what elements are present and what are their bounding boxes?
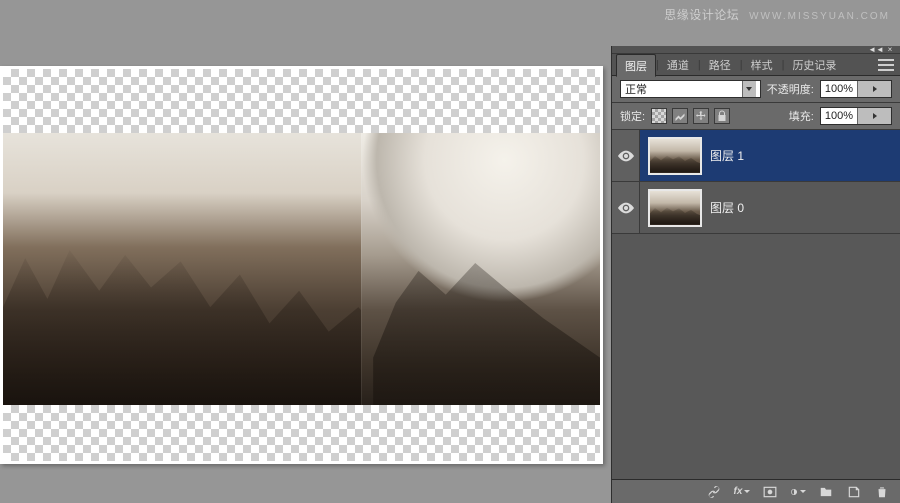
- fill-label: 填充:: [789, 108, 814, 124]
- opacity-input[interactable]: 100%: [820, 80, 892, 98]
- fill-popup-icon[interactable]: [857, 108, 891, 124]
- fill-value: 100%: [821, 110, 857, 122]
- layer-row[interactable]: 图层 1: [612, 130, 900, 182]
- layer-row[interactable]: 图层 0: [612, 182, 900, 234]
- lock-transparency-button[interactable]: [651, 108, 667, 124]
- lock-position-button[interactable]: [693, 108, 709, 124]
- eye-icon: [618, 150, 634, 162]
- visibility-toggle[interactable]: [612, 182, 640, 233]
- stitch-seam: [361, 133, 362, 405]
- canvas-image[interactable]: [3, 133, 600, 405]
- lock-all-button[interactable]: [714, 108, 730, 124]
- lock-label: 锁定:: [620, 108, 645, 124]
- tab-layers[interactable]: 图层: [616, 54, 656, 77]
- lock-fill-row: 锁定: 填充: 100%: [612, 103, 900, 130]
- tab-paths[interactable]: 路径: [701, 54, 740, 75]
- panel-menu-icon[interactable]: [878, 59, 894, 71]
- opacity-label: 不透明度:: [767, 81, 814, 97]
- collapse-close-icon[interactable]: ×: [886, 46, 894, 54]
- layer-name[interactable]: 图层 1: [710, 147, 744, 164]
- adjustment-layer-button[interactable]: [790, 484, 806, 500]
- layer-style-button[interactable]: fx: [734, 484, 750, 500]
- eye-icon: [618, 202, 634, 214]
- blend-mode-value: 正常: [625, 81, 647, 97]
- blend-opacity-row: 正常 不透明度: 100%: [612, 76, 900, 103]
- lock-buttons: [651, 108, 730, 124]
- tab-history[interactable]: 历史记录: [784, 54, 845, 75]
- layer-name[interactable]: 图层 0: [710, 199, 744, 216]
- tab-channels[interactable]: 通道: [659, 54, 698, 75]
- new-layer-button[interactable]: [846, 484, 862, 500]
- panel-footer: fx: [612, 479, 900, 503]
- layers-list[interactable]: 图层 1 图层 0: [612, 130, 900, 479]
- chevron-down-icon[interactable]: [742, 81, 756, 97]
- opacity-value: 100%: [821, 83, 857, 95]
- panel-tabs: 图层 | 通道 | 路径 | 样式 | 历史记录: [612, 54, 900, 76]
- photo-left-half: [3, 133, 373, 405]
- layer-mask-button[interactable]: [762, 484, 778, 500]
- panel-collapse-bar[interactable]: ◄◄ ×: [612, 46, 900, 54]
- group-button[interactable]: [818, 484, 834, 500]
- watermark-title: 思缘设计论坛: [664, 8, 739, 22]
- fill-input[interactable]: 100%: [820, 107, 892, 125]
- opacity-popup-icon[interactable]: [857, 81, 891, 97]
- tab-styles[interactable]: 样式: [743, 54, 782, 75]
- layer-thumbnail[interactable]: [648, 189, 702, 227]
- trash-button[interactable]: [874, 484, 890, 500]
- watermark: 思缘设计论坛 WWW.MISSYUAN.COM: [664, 6, 890, 23]
- document-window[interactable]: [0, 66, 603, 464]
- collapse-left-icon[interactable]: ◄◄: [872, 46, 880, 54]
- visibility-toggle[interactable]: [612, 130, 640, 181]
- photo-right-half: [361, 133, 600, 405]
- blend-mode-select[interactable]: 正常: [620, 80, 761, 98]
- link-layers-button[interactable]: [706, 484, 722, 500]
- watermark-url: WWW.MISSYUAN.COM: [749, 11, 890, 22]
- layers-panel: ◄◄ × 图层 | 通道 | 路径 | 样式 | 历史记录 正常 不透明度: 1…: [611, 46, 900, 503]
- layer-thumbnail[interactable]: [648, 137, 702, 175]
- lock-pixels-button[interactable]: [672, 108, 688, 124]
